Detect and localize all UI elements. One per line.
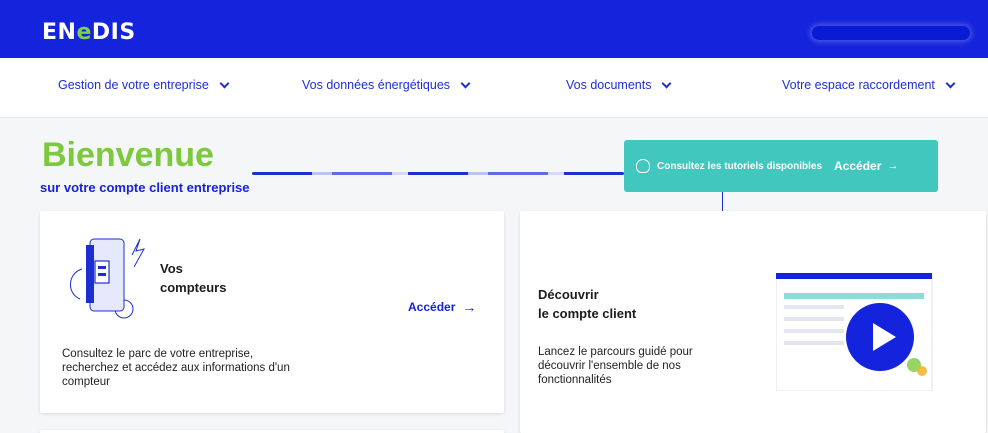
title-line: le compte client <box>538 306 637 321</box>
page-title: Bienvenue <box>42 136 214 174</box>
chevron-down-icon <box>945 78 956 88</box>
chevron-down-icon <box>460 78 471 88</box>
nav-item-documents[interactable]: Vos documents <box>566 78 672 92</box>
logo-text-accent: e <box>76 20 92 45</box>
access-link-label: Accéder <box>408 300 456 314</box>
meters-card-title: Vos compteurs <box>160 259 226 297</box>
desc-line: Lancez le parcours guidé pour <box>538 346 693 358</box>
arrow-right-icon: → <box>887 160 899 172</box>
decorative-line <box>252 172 624 175</box>
video-thumbnail[interactable] <box>776 273 936 391</box>
meters-card-description: Consultez le parc de votre entreprise, r… <box>62 347 290 389</box>
nav-item-donnees-energetiques[interactable]: Vos données énergétiques <box>302 78 471 92</box>
discover-card[interactable]: Découvrir le compte client Lancez le par… <box>520 211 986 433</box>
arrow-right-icon: → <box>462 299 477 315</box>
lightbulb-icon <box>636 159 650 173</box>
title-line: compteurs <box>160 280 227 295</box>
nav-item-label: Vos documents <box>566 78 652 92</box>
page-subtitle: sur votre compte client entreprise <box>40 180 250 195</box>
desc-line: fonctionnalités <box>538 374 612 386</box>
desc-line: Consultez le parc de votre entreprise, <box>62 348 254 360</box>
logo-text-prefix: EN <box>42 20 77 45</box>
title-line: Vos <box>160 261 183 276</box>
discover-card-description: Lancez le parcours guidé pour découvrir … <box>538 345 693 387</box>
desc-line: recherchez et accédez aux informations d… <box>62 362 290 374</box>
logo-text-suffix: DIS <box>91 20 136 45</box>
chevron-down-icon <box>662 78 672 88</box>
desc-line: découvrir l'ensemble de nos <box>538 360 681 372</box>
meters-card[interactable]: Vos compteurs Accéder → Consultez le par… <box>40 211 504 413</box>
chevron-down-icon <box>219 78 230 88</box>
title-line: Découvrir <box>538 287 599 302</box>
nav-item-espace-raccordement[interactable]: Votre espace raccordement <box>782 78 956 92</box>
nav-item-label: Votre espace raccordement <box>782 78 935 92</box>
enedis-logo[interactable]: ENeDIS <box>42 20 136 45</box>
tutorial-access-link[interactable]: Accéder <box>834 159 881 173</box>
desc-line: compteur <box>62 376 110 388</box>
redacted-account-name[interactable] <box>812 26 970 40</box>
meters-access-link[interactable]: Accéder → <box>408 299 476 315</box>
main-nav: Gestion de votre entreprise Vos données … <box>0 58 988 118</box>
top-header: ENeDIS <box>0 0 988 58</box>
electric-meter-icon <box>70 238 145 319</box>
nav-item-label: Gestion de votre entreprise <box>58 78 209 92</box>
discover-card-title: Découvrir le compte client <box>538 285 636 323</box>
nav-item-gestion-entreprise[interactable]: Gestion de votre entreprise <box>58 78 230 92</box>
tutorial-banner[interactable]: Consultez les tutoriels disponibles Accé… <box>624 140 938 192</box>
nav-item-label: Vos données énergétiques <box>302 78 451 92</box>
tutorial-text: Consultez les tutoriels disponibles <box>657 160 823 172</box>
